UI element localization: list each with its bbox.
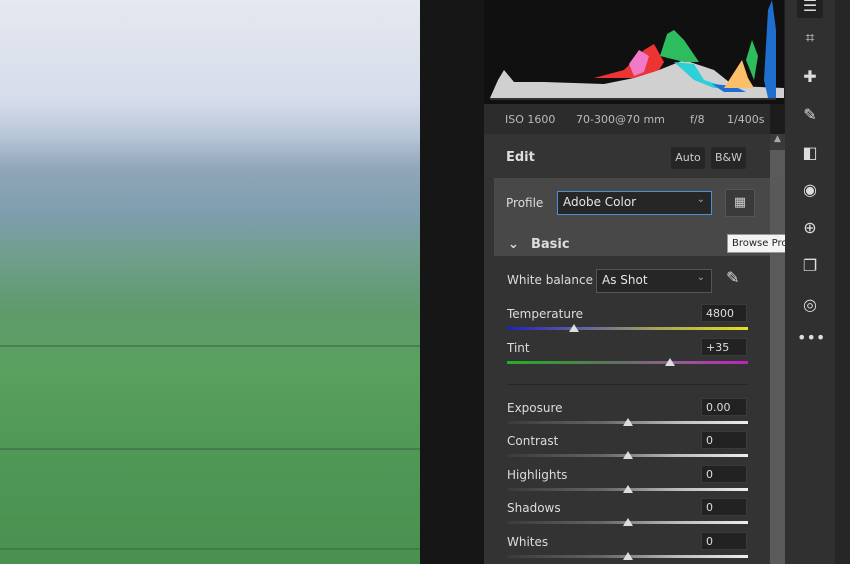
slider-label: Temperature [507, 307, 584, 321]
slider-value-input[interactable]: 0 [701, 498, 747, 516]
profile-value: Adobe Color [563, 195, 637, 209]
slider-thumb[interactable] [569, 324, 580, 332]
slider-value-input[interactable]: 0 [701, 465, 747, 483]
slider-label: Contrast [507, 434, 559, 448]
divider [507, 384, 748, 385]
canvas-gutter [420, 0, 484, 564]
field-wall [0, 345, 420, 347]
right-edge [835, 0, 850, 564]
field-wall [0, 548, 420, 550]
slider-value-input[interactable]: +35 [701, 338, 747, 356]
slider-label: Tint [507, 341, 530, 355]
presets-icon[interactable]: ◎ [797, 293, 823, 317]
slider-label: Whites [507, 535, 549, 549]
radial-filter-icon[interactable]: ◉ [797, 178, 823, 202]
edit-title: Edit [506, 150, 535, 165]
auto-button[interactable]: Auto [671, 147, 705, 169]
slider-thumb[interactable] [622, 552, 633, 560]
white-balance-label: White balance [507, 273, 593, 287]
slider-track[interactable] [507, 361, 748, 364]
slider-track[interactable] [507, 327, 748, 330]
bw-button[interactable]: B&W [711, 147, 746, 169]
slider-label: Shadows [507, 501, 561, 515]
white-balance-select[interactable]: As Shot ⌄ [596, 269, 712, 293]
field-wall [0, 448, 420, 450]
scroll-up-icon[interactable]: ▲ [770, 134, 785, 150]
tool-strip: ☰ ⌗ ✚ ✎ ◧ ◉ ⊕ ❐ ◎ ••• [785, 0, 835, 564]
chevron-down-icon: ⌄ [696, 194, 705, 205]
brush-icon[interactable]: ✎ [797, 103, 823, 127]
slider-thumb[interactable] [622, 485, 633, 493]
slider-value-input[interactable]: 4800 [701, 304, 747, 322]
browse-profiles-button[interactable]: ▦ [725, 189, 755, 217]
camera-info-bar: ISO 1600 70-300@70 mm f/8 1/400s [484, 104, 770, 134]
histogram [484, 0, 784, 104]
basic-section-title[interactable]: Basic [531, 237, 570, 252]
profile-label: Profile [506, 196, 544, 210]
white-balance-value: As Shot [602, 273, 648, 287]
edit-header: Edit Auto B&W [484, 134, 770, 178]
slider-thumb[interactable] [622, 418, 633, 426]
crop-icon[interactable]: ⌗ [797, 26, 823, 50]
slider-thumb[interactable] [622, 451, 633, 459]
profile-select[interactable]: Adobe Color ⌄ [557, 191, 712, 215]
slider-label: Highlights [507, 468, 568, 482]
edit-sliders-icon[interactable]: ☰ [797, 0, 823, 18]
more-icon[interactable]: ••• [797, 326, 825, 350]
eyedropper-icon[interactable]: ✎ [726, 268, 739, 287]
slider-thumb[interactable] [664, 358, 675, 366]
grid-search-icon: ▦ [733, 195, 747, 210]
slider-value-input[interactable]: 0.00 [701, 398, 747, 416]
healing-icon[interactable]: ✚ [797, 65, 823, 89]
snapshots-icon[interactable]: ❐ [797, 254, 823, 278]
chevron-down-icon: ⌄ [696, 272, 705, 283]
gradient-icon[interactable]: ◧ [797, 141, 823, 165]
iso: ISO 1600 [505, 113, 556, 126]
basic-chevron-icon[interactable]: ⌄ [508, 237, 519, 252]
shutter: 1/400s [727, 113, 765, 126]
slider-thumb[interactable] [622, 518, 633, 526]
aperture: f/8 [690, 113, 705, 126]
slider-value-input[interactable]: 0 [701, 431, 747, 449]
slider-value-input[interactable]: 0 [701, 532, 747, 550]
slider-label: Exposure [507, 401, 563, 415]
red-eye-icon[interactable]: ⊕ [797, 216, 823, 240]
photo-preview[interactable] [0, 0, 420, 564]
lens: 70-300@70 mm [576, 113, 665, 126]
